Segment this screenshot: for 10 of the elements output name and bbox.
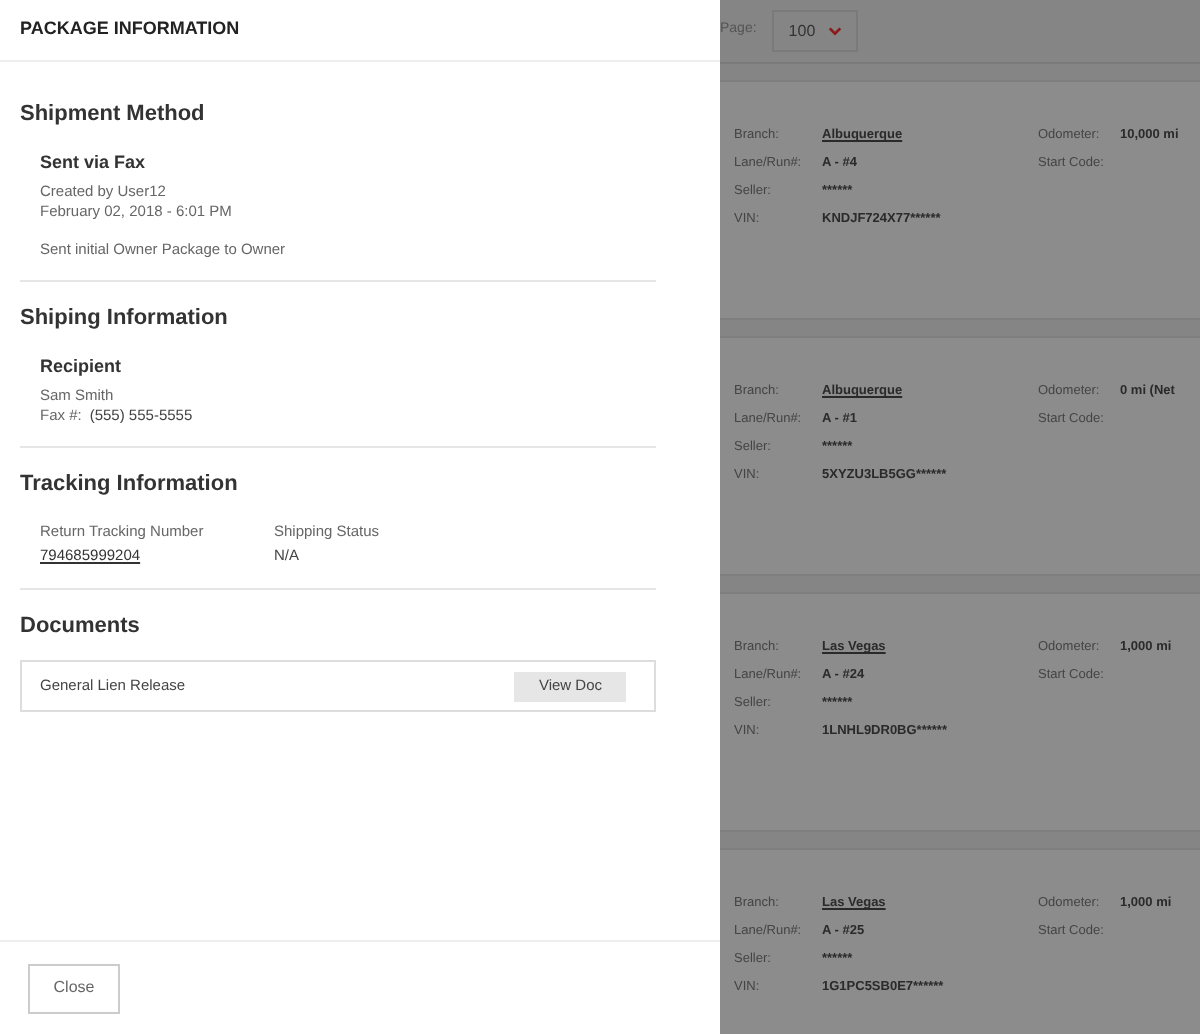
close-button[interactable]: Close bbox=[28, 963, 120, 1013]
section-heading: Documents bbox=[20, 611, 142, 641]
section-heading: Tracking Information bbox=[20, 470, 240, 500]
panel-title: PACKAGE INFORMATION bbox=[20, 16, 240, 43]
method-label: Sent via Fax bbox=[40, 149, 148, 175]
chevron-down-icon bbox=[827, 26, 842, 36]
page-size-select[interactable]: 100 bbox=[772, 10, 859, 52]
recipient-label: Recipient bbox=[40, 353, 124, 380]
section-heading: Shipment Method bbox=[20, 100, 207, 130]
section-heading: Shiping Information bbox=[20, 304, 230, 334]
